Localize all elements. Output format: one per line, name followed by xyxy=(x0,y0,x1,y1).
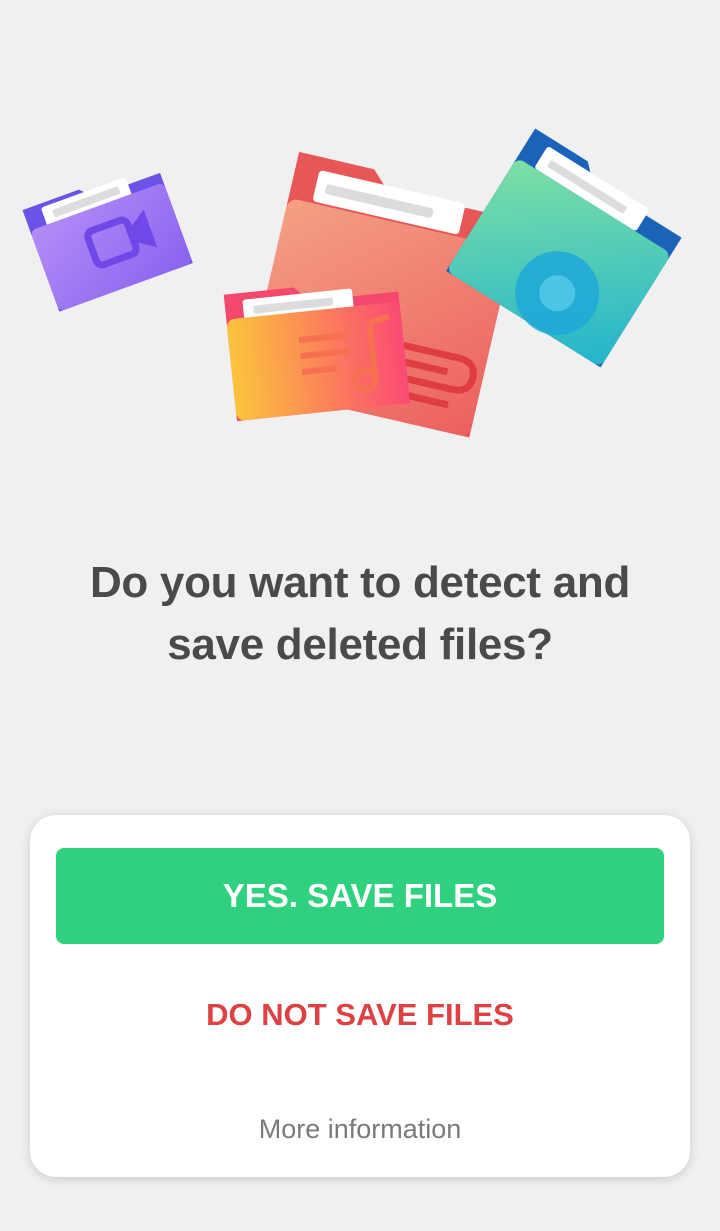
action-sheet: YES. SAVE FILES DO NOT SAVE FILES More i… xyxy=(30,815,690,1177)
music-folder-icon xyxy=(223,287,411,422)
onboarding-screen: Do you want to detect and save deleted f… xyxy=(0,0,720,1231)
save-files-button[interactable]: YES. SAVE FILES xyxy=(56,848,664,944)
video-folder-icon xyxy=(22,172,193,312)
question-heading: Do you want to detect and save deleted f… xyxy=(89,558,631,669)
more-information-link[interactable]: More information xyxy=(56,1105,664,1153)
folders-illustration xyxy=(0,110,720,450)
do-not-save-button[interactable]: DO NOT SAVE FILES xyxy=(56,975,664,1055)
